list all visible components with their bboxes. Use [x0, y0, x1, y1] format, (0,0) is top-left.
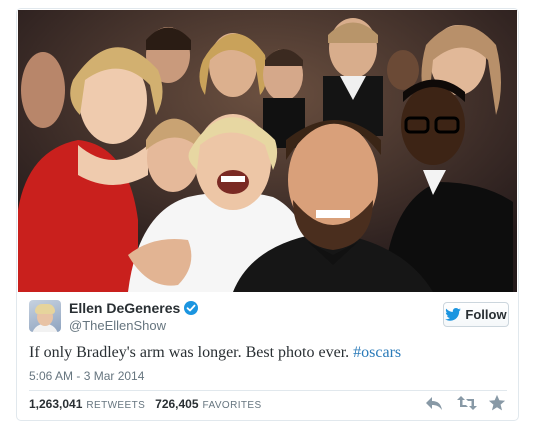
- avatar-hair: [35, 304, 55, 314]
- favorites-label: FAVORITES: [202, 400, 262, 411]
- tweet-stats: 1,263,041 RETWEETS 726,405 FAVORITES: [29, 397, 268, 411]
- twitter-bird-icon: [445, 308, 462, 321]
- avatar[interactable]: [29, 300, 61, 332]
- follow-button[interactable]: Follow: [443, 302, 509, 327]
- author-name[interactable]: Ellen DeGeneres: [69, 299, 180, 317]
- reply-icon[interactable]: [424, 394, 444, 412]
- tweet-card: Ellen DeGeneres @TheEllenShow Follow If …: [16, 8, 519, 421]
- divider: [29, 390, 507, 391]
- verified-badge-icon: [184, 301, 199, 315]
- retweet-icon[interactable]: [456, 394, 477, 412]
- selfie-photo-image: [18, 10, 517, 292]
- tweet-actions: [424, 394, 508, 412]
- star-icon[interactable]: [488, 394, 508, 412]
- follow-label: Follow: [465, 307, 507, 322]
- tweet-header: Ellen DeGeneres @TheEllenShow Follow: [29, 300, 509, 334]
- tweet-text-main: If only Bradley's arm was longer. Best p…: [29, 344, 354, 361]
- favorites-count[interactable]: 726,405: [155, 397, 198, 411]
- author-handle[interactable]: @TheEllenShow: [69, 317, 198, 334]
- retweets-count[interactable]: 1,263,041: [29, 397, 82, 411]
- tweet-text: If only Bradley's arm was longer. Best p…: [29, 343, 509, 363]
- author-block: Ellen DeGeneres @TheEllenShow: [69, 299, 199, 334]
- hashtag-link[interactable]: #oscars: [353, 344, 401, 361]
- tweet-timestamp[interactable]: 5:06 AM - 3 Mar 2014: [29, 369, 144, 383]
- retweets-label: RETWEETS: [86, 400, 146, 411]
- tweet-photo[interactable]: [18, 10, 517, 292]
